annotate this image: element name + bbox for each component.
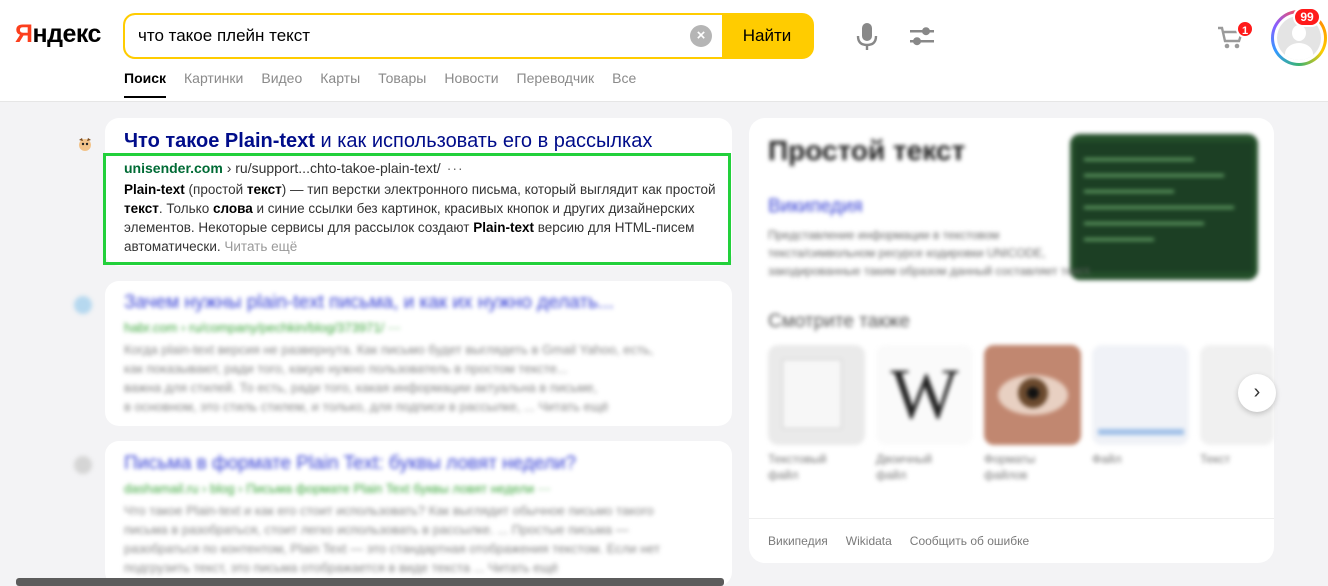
- kp-description-line: Представление информации в текстовом: [768, 228, 1000, 242]
- tab-images[interactable]: Картинки: [184, 70, 243, 100]
- clear-icon[interactable]: ×: [690, 25, 712, 47]
- tab-translator[interactable]: Переводчик: [517, 70, 595, 100]
- kp-thumb-caption: Форматы: [984, 452, 1036, 466]
- kp-thumb-eye[interactable]: [984, 345, 1081, 445]
- highlight-box: [103, 153, 731, 265]
- tab-all[interactable]: Все: [612, 70, 636, 100]
- unisender-favicon-icon: [76, 136, 94, 152]
- search-input[interactable]: что такое плейн текст: [138, 26, 690, 46]
- search-box: что такое плейн текст × Найти: [123, 13, 814, 59]
- kp-thumb-text-file[interactable]: [768, 345, 865, 445]
- yandex-logo[interactable]: Яндекс: [15, 20, 101, 49]
- settings-sliders-icon[interactable]: [908, 24, 936, 48]
- kp-footer-wikipedia-link[interactable]: Википедия: [768, 534, 828, 548]
- result-title-link[interactable]: Зачем нужны plain-text письма, и как их …: [124, 292, 614, 314]
- kp-see-also-heading: Смотрите также: [768, 311, 910, 332]
- result-snippet-line: Что такое Plain-text и как его стоит исп…: [124, 503, 654, 518]
- kp-source-link[interactable]: Википедия: [768, 196, 863, 218]
- dashamail-favicon-icon: [74, 456, 92, 474]
- result-snippet-line: Когда plain-text версия не развернута. К…: [124, 342, 654, 357]
- tab-video[interactable]: Видео: [261, 70, 302, 100]
- result-url[interactable]: habr.com › ru/company/pechkin/blog/37397…: [124, 320, 401, 335]
- kp-thumb-caption: Текстовый: [768, 452, 827, 466]
- result-title-link[interactable]: Письма в формате Plain Text: буквы ловят…: [124, 453, 576, 475]
- kp-divider: [749, 518, 1274, 519]
- tab-news[interactable]: Новости: [444, 70, 498, 100]
- kp-thumb-caption: файлов: [984, 468, 1028, 482]
- result-url[interactable]: dashamail.ru › blog › Письма формате Pla…: [124, 481, 551, 496]
- tab-products[interactable]: Товары: [378, 70, 426, 100]
- tab-search[interactable]: Поиск: [124, 70, 167, 100]
- horizontal-scrollbar[interactable]: [16, 578, 724, 586]
- kp-description-line: закодированные таким образом данный сост…: [768, 264, 1092, 278]
- cart-badge: 1: [1236, 20, 1254, 38]
- result-snippet-line: подгрузить текст, это письма отображаетс…: [124, 560, 559, 575]
- kp-thumb-file[interactable]: [1092, 345, 1189, 445]
- result-snippet-line: разобраться по контентом, Plain Text — э…: [124, 541, 661, 556]
- kp-thumb-caption: Файл: [1092, 452, 1122, 466]
- search-input-wrapper: что такое плейн текст ×: [125, 15, 722, 57]
- tab-maps[interactable]: Карты: [320, 70, 360, 100]
- kp-thumb-caption: Двоичный: [876, 452, 932, 466]
- header: Яндекс что такое плейн текст × Найти 1 9…: [0, 0, 1328, 102]
- result-snippet-line: важна для стилей. То есть, ради того, ка…: [124, 380, 598, 395]
- result-title-link[interactable]: Что такое Plain-text и как использовать …: [124, 130, 652, 153]
- result-snippet-line: как показывают, ради того, какую нужно п…: [124, 361, 568, 376]
- kp-thumb-wikipedia[interactable]: W: [876, 345, 973, 445]
- search-tabs: Поиск Картинки Видео Карты Товары Новост…: [124, 70, 654, 100]
- microphone-icon[interactable]: [855, 22, 879, 52]
- result-snippet-line: письма в разобраться, стоит легко исполь…: [124, 522, 629, 537]
- kp-footer: Википедия Wikidata Сообщить об ошибке: [768, 534, 1029, 548]
- kp-image[interactable]: [1070, 134, 1258, 280]
- search-button[interactable]: Найти: [722, 15, 812, 57]
- result-snippet-line: в основном, это стиль стилем, и только, …: [124, 399, 609, 414]
- kp-thumb-caption: Текст: [1200, 452, 1231, 466]
- kp-thumb-caption: файл: [768, 468, 799, 482]
- carousel-next-icon[interactable]: ›: [1238, 374, 1276, 412]
- kp-footer-report-link[interactable]: Сообщить об ошибке: [910, 534, 1029, 548]
- kp-footer-wikidata-link[interactable]: Wikidata: [846, 534, 892, 548]
- notification-badge: 99: [1293, 7, 1321, 27]
- kp-title: Простой текст: [768, 135, 966, 166]
- habr-favicon-icon: [74, 296, 92, 314]
- kp-description-line: текста/символьном ресурсе кодировки UNIC…: [768, 246, 1046, 260]
- kp-thumb-caption: файл: [876, 468, 907, 482]
